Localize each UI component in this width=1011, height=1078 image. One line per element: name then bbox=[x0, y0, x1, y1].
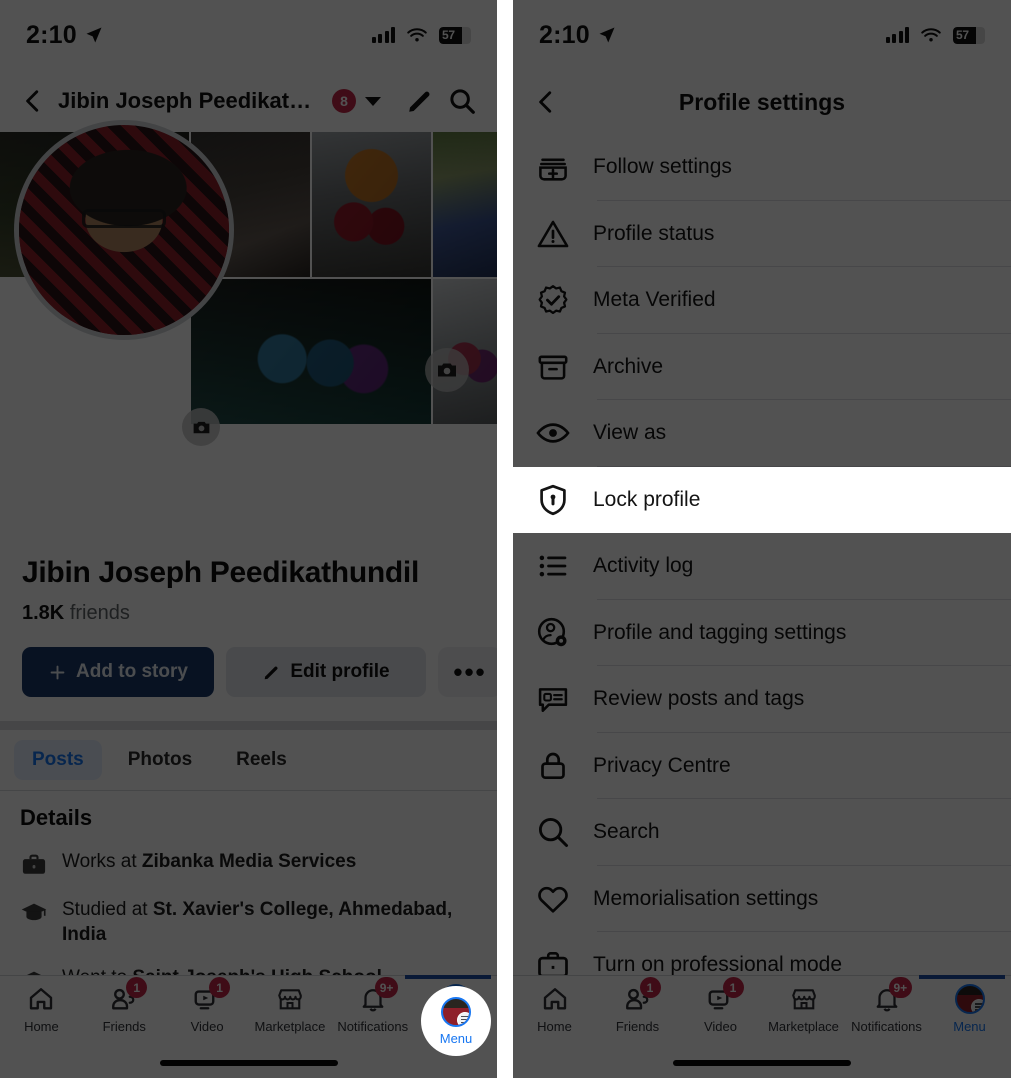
right-screen-content: 2:10 57 bbox=[513, 0, 1011, 1078]
hamburger-icon bbox=[457, 1011, 469, 1025]
shield-lock-icon bbox=[535, 482, 571, 518]
nav-label-menu: Menu bbox=[439, 1030, 473, 1046]
dim-overlay-right-top bbox=[513, 0, 1011, 467]
dim-overlay-right-bottom bbox=[513, 533, 1011, 1078]
left-phone-screen: 2:10 57 bbox=[0, 0, 497, 1078]
menu-avatar-icon bbox=[441, 996, 471, 1027]
dim-overlay-left bbox=[0, 0, 497, 1078]
menu-spotlight-highlight[interactable]: Menu bbox=[421, 986, 491, 1056]
settings-label: Lock profile bbox=[593, 487, 701, 511]
screenshot-root: 2:10 57 bbox=[0, 0, 1011, 1078]
right-phone-screen: 2:10 57 bbox=[513, 0, 1011, 1078]
left-screen-content: 2:10 57 bbox=[0, 0, 497, 1078]
settings-item-lock-profile[interactable]: Lock profile bbox=[513, 466, 1011, 533]
